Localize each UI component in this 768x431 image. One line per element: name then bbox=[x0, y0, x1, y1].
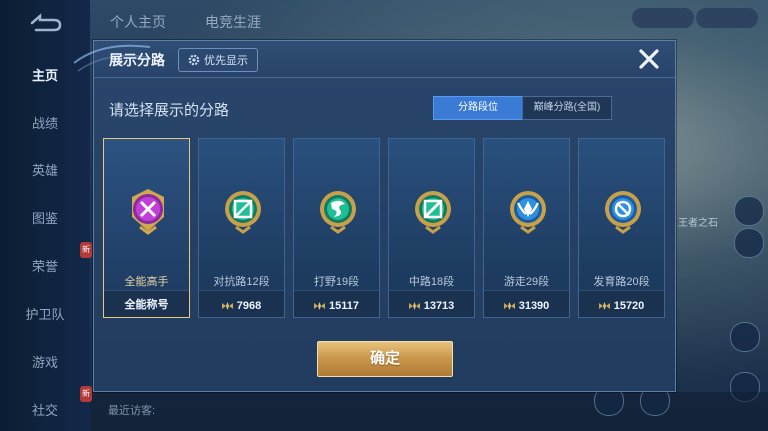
lane-card-farm[interactable]: 发育路20段 15720 bbox=[578, 138, 665, 318]
nav-item-record[interactable]: 战绩 bbox=[0, 113, 90, 132]
lane-card-footer: 全能称号 bbox=[104, 290, 189, 317]
priority-display-button[interactable]: 优先显示 bbox=[178, 48, 258, 72]
dialog-subtitle: 请选择展示的分路 bbox=[109, 102, 230, 119]
clash-lane-emblem-icon bbox=[225, 191, 261, 234]
lane-card-value-text: 15720 bbox=[613, 300, 645, 312]
confirm-button[interactable]: 确定 bbox=[317, 341, 453, 377]
lane-card-value: 15117 bbox=[294, 300, 379, 312]
tab-esports-career[interactable]: 电竞生涯 bbox=[205, 12, 261, 32]
dialog-title: 展示分路 bbox=[109, 52, 165, 68]
rank-wings-icon bbox=[221, 302, 233, 310]
farm-lane-emblem-icon bbox=[605, 191, 641, 234]
share-icon[interactable] bbox=[730, 322, 760, 352]
lane-card-value-text: 全能称号 bbox=[124, 299, 169, 311]
nav-item-heroes[interactable]: 英雄 bbox=[0, 160, 90, 179]
nav-item-honor[interactable]: 荣誉 bbox=[0, 256, 90, 275]
lane-card-footer: 31390 bbox=[484, 290, 569, 317]
nav-item-social[interactable]: 社交 bbox=[0, 400, 90, 419]
lane-card-value-text: 13713 bbox=[423, 300, 455, 312]
lane-card-clash[interactable]: 对抗路12段 7968 bbox=[198, 138, 285, 318]
lane-card-label: 全能高手 bbox=[124, 276, 169, 288]
lane-card-value-text: 7968 bbox=[236, 300, 262, 312]
lane-card-value: 15720 bbox=[579, 300, 664, 312]
top-status-chip[interactable] bbox=[632, 8, 694, 28]
side-label: 王者之石 bbox=[678, 218, 718, 229]
lane-card-value: 13713 bbox=[389, 300, 474, 312]
close-button[interactable] bbox=[636, 46, 662, 72]
roam-emblem-icon bbox=[510, 191, 546, 234]
lane-card-roam[interactable]: 游走29段 31390 bbox=[483, 138, 570, 318]
new-badge: 新 bbox=[80, 242, 92, 258]
lane-card-mid[interactable]: 中路18段 13713 bbox=[388, 138, 475, 318]
side-action-icon[interactable] bbox=[734, 196, 764, 226]
lane-card-all-round[interactable]: 全能高手 全能称号 bbox=[103, 138, 190, 318]
tab-lane-rank[interactable]: 分路段位 bbox=[433, 96, 523, 120]
nav-item-codex[interactable]: 图鉴 bbox=[0, 208, 90, 227]
tab-personal-home[interactable]: 个人主页 bbox=[110, 12, 166, 32]
priority-display-label: 优先显示 bbox=[204, 55, 248, 67]
lane-card-label: 中路18段 bbox=[408, 276, 455, 288]
display-lane-dialog: 展示分路 优先显示 请选择展示的分路 分路段位 巅峰分路(全国) 全能高手 全能… bbox=[73, 40, 676, 392]
side-action-icon[interactable] bbox=[734, 228, 764, 258]
lane-card-value: 7968 bbox=[199, 300, 284, 312]
lane-card-footer: 13713 bbox=[389, 290, 474, 317]
mid-lane-emblem-icon bbox=[415, 191, 451, 234]
rank-wings-icon bbox=[314, 302, 325, 310]
recent-visitors-label: 最近访客: bbox=[108, 405, 156, 417]
nav-item-guard-team[interactable]: 护卫队 bbox=[0, 304, 90, 323]
lane-card-value: 全能称号 bbox=[104, 296, 189, 312]
lane-card-label: 对抗路12段 bbox=[213, 276, 270, 288]
lane-card-value-text: 15117 bbox=[329, 300, 359, 312]
dialog-header: 展示分路 优先显示 bbox=[73, 41, 675, 78]
jungle-emblem-icon bbox=[320, 191, 356, 234]
lane-card-footer: 15117 bbox=[294, 290, 379, 317]
lane-card-label: 游走29段 bbox=[503, 276, 550, 288]
lane-card-jungle[interactable]: 打野19段 15117 bbox=[293, 138, 380, 318]
tab-peak-lane-national[interactable]: 巅峰分路(全国) bbox=[522, 96, 612, 120]
lane-card-label: 打野19段 bbox=[313, 276, 360, 288]
lane-card-footer: 15720 bbox=[579, 290, 664, 317]
back-icon[interactable] bbox=[24, 12, 64, 34]
new-badge: 新 bbox=[80, 386, 92, 402]
lane-card-value: 31390 bbox=[484, 300, 569, 312]
top-settings-chip[interactable] bbox=[696, 8, 758, 28]
rank-wings-icon bbox=[598, 302, 610, 310]
lane-card-footer: 7968 bbox=[199, 290, 284, 317]
lane-card-value-text: 31390 bbox=[518, 300, 550, 312]
nav-item-games[interactable]: 游戏 bbox=[0, 352, 90, 371]
rank-wings-icon bbox=[408, 302, 420, 310]
rank-wings-icon bbox=[503, 302, 515, 310]
all-round-emblem-icon bbox=[132, 189, 164, 235]
close-icon bbox=[639, 49, 659, 69]
lane-card-label: 发育路20段 bbox=[593, 276, 650, 288]
gear-icon bbox=[188, 54, 200, 66]
